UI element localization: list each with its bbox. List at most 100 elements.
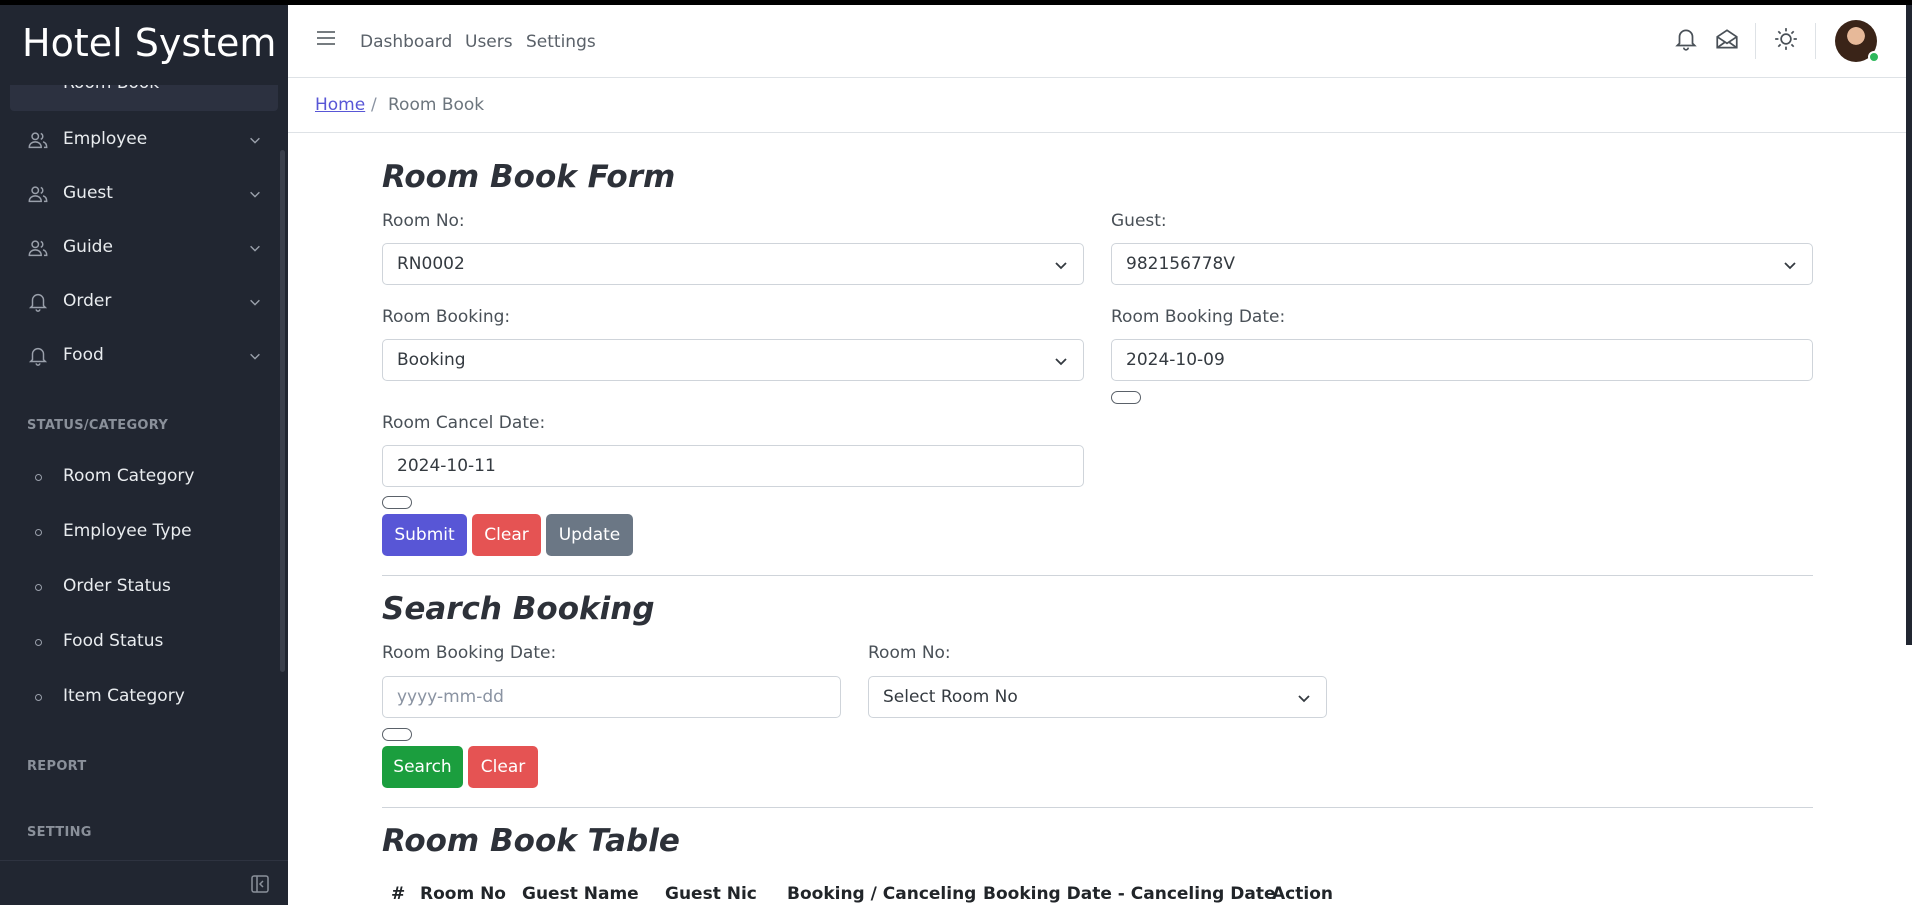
sidebar-item-order[interactable]: Order: [10, 277, 278, 327]
users-icon: [27, 183, 49, 205]
search-room-value: Select Room No: [883, 687, 1018, 707]
users-icon: [27, 129, 49, 151]
cancel-date-toggle[interactable]: [382, 496, 412, 509]
circle-icon: [35, 639, 42, 646]
clear-button[interactable]: Clear: [472, 514, 541, 556]
sidebar: Room Book Employee Guest Guide: [0, 0, 288, 905]
search-date-input[interactable]: yyyy-mm-dd: [382, 676, 841, 718]
divider: [382, 575, 1813, 576]
chevron-down-icon: [248, 186, 262, 200]
header-divider: [1755, 23, 1756, 59]
sidebar-item-label: Guest: [63, 183, 113, 203]
section-report: REPORT: [27, 759, 87, 774]
search-room-select[interactable]: Select Room No: [868, 676, 1327, 718]
sidebar-footer: [0, 860, 288, 905]
chevron-down-icon: [1053, 257, 1069, 273]
section-status-category: STATUS/CATEGORY: [27, 418, 169, 433]
sidebar-item-food[interactable]: Food: [10, 331, 278, 381]
form-title: Room Book Form: [382, 159, 676, 195]
chevron-down-icon: [1053, 353, 1069, 369]
menu-icon[interactable]: [313, 25, 339, 51]
bell-icon: [27, 345, 49, 367]
search-date-placeholder: yyyy-mm-dd: [397, 687, 504, 707]
divider: [382, 807, 1813, 808]
sidebar-item-label: Room Book: [63, 85, 159, 93]
sidebar-item-label: Order: [63, 291, 112, 311]
chevron-down-icon: [1296, 690, 1312, 706]
column-header-index: #: [391, 884, 406, 904]
sidebar-collapse-icon[interactable]: [250, 874, 270, 894]
column-header-room-no: Room No: [420, 884, 506, 904]
cancel-date-label: Room Cancel Date:: [382, 413, 546, 433]
update-button[interactable]: Update: [546, 514, 633, 556]
sidebar-item-label: Order Status: [63, 576, 171, 596]
search-date-toggle[interactable]: [382, 728, 412, 741]
column-header-guest-name: Guest Name: [522, 884, 639, 904]
guest-label: Guest:: [1111, 211, 1167, 231]
cancel-date-value: 2024-10-11: [397, 456, 496, 476]
sidebar-item-guest[interactable]: Guest: [10, 169, 278, 219]
envelope-icon[interactable]: [1714, 26, 1740, 52]
sidebar-item-room-category[interactable]: Room Category: [10, 452, 278, 502]
chevron-down-icon: [248, 240, 262, 254]
submit-button[interactable]: Submit: [382, 514, 467, 556]
chevron-down-icon: [248, 294, 262, 308]
search-button[interactable]: Search: [382, 746, 463, 788]
sidebar-item-label: Guide: [63, 237, 113, 257]
page-scrollbar[interactable]: [1906, 5, 1912, 645]
sidebar-item-room-book[interactable]: Room Book: [10, 85, 278, 111]
breadcrumb-home-link[interactable]: Home: [315, 95, 365, 115]
nav-link-settings[interactable]: Settings: [526, 32, 596, 52]
room-no-value: RN0002: [397, 254, 465, 274]
booking-date-value: 2024-10-09: [1126, 350, 1225, 370]
nav-link-users[interactable]: Users: [465, 32, 513, 52]
circle-icon: [35, 529, 42, 536]
sidebar-item-employee-type[interactable]: Employee Type: [10, 507, 278, 557]
sidebar-nav[interactable]: Room Book Employee Guest Guide: [0, 85, 288, 860]
circle-icon: [35, 584, 42, 591]
sidebar-item-label: Food Status: [63, 631, 164, 651]
table-title: Room Book Table: [382, 823, 680, 859]
room-no-select[interactable]: RN0002: [382, 243, 1084, 285]
sidebar-item-label: Employee Type: [63, 521, 192, 541]
room-booking-select[interactable]: Booking: [382, 339, 1084, 381]
booking-date-input[interactable]: 2024-10-09: [1111, 339, 1813, 381]
sidebar-item-label: Item Category: [63, 686, 185, 706]
search-title: Search Booking: [382, 591, 655, 627]
guest-select[interactable]: 982156778V: [1111, 243, 1813, 285]
top-header: Dashboard Users Settings: [288, 5, 1912, 78]
sidebar-item-label: Food: [63, 345, 104, 365]
breadcrumb-separator: /: [371, 95, 377, 115]
search-room-label: Room No:: [868, 643, 951, 663]
booking-date-label: Room Booking Date:: [1111, 307, 1286, 327]
circle-icon: [35, 474, 42, 481]
breadcrumb: Home / Room Book: [288, 78, 1912, 133]
cancel-date-input[interactable]: 2024-10-11: [382, 445, 1084, 487]
sidebar-item-guide[interactable]: Guide: [10, 223, 278, 273]
sidebar-item-food-status[interactable]: Food Status: [10, 617, 278, 667]
sidebar-item-employee[interactable]: Employee: [10, 115, 278, 165]
guest-value: 982156778V: [1126, 254, 1235, 274]
sidebar-scrollbar[interactable]: [280, 150, 285, 672]
chevron-down-icon: [248, 132, 262, 146]
column-header-dates: Booking Date - Canceling Date: [983, 884, 1276, 904]
header-divider: [1815, 23, 1816, 59]
circle-icon: [35, 694, 42, 701]
online-status-icon: [1868, 51, 1880, 63]
sidebar-item-order-status[interactable]: Order Status: [10, 562, 278, 612]
search-clear-button[interactable]: Clear: [468, 746, 538, 788]
room-booking-label: Room Booking:: [382, 307, 511, 327]
bell-icon: [27, 291, 49, 313]
section-setting: SETTING: [27, 825, 92, 840]
avatar[interactable]: [1835, 20, 1880, 63]
room-booking-value: Booking: [397, 350, 466, 370]
nav-link-dashboard[interactable]: Dashboard: [360, 32, 452, 52]
sidebar-item-item-category[interactable]: Item Category: [10, 672, 278, 722]
bell-icon[interactable]: [1673, 26, 1699, 52]
column-header-action: Action: [1272, 884, 1333, 904]
sun-icon[interactable]: [1773, 26, 1799, 52]
column-header-booking-canceling: Booking / Canceling: [787, 884, 977, 904]
breadcrumb-current: Room Book: [388, 95, 485, 115]
sidebar-item-label: Employee: [63, 129, 148, 149]
booking-date-toggle[interactable]: [1111, 391, 1141, 404]
